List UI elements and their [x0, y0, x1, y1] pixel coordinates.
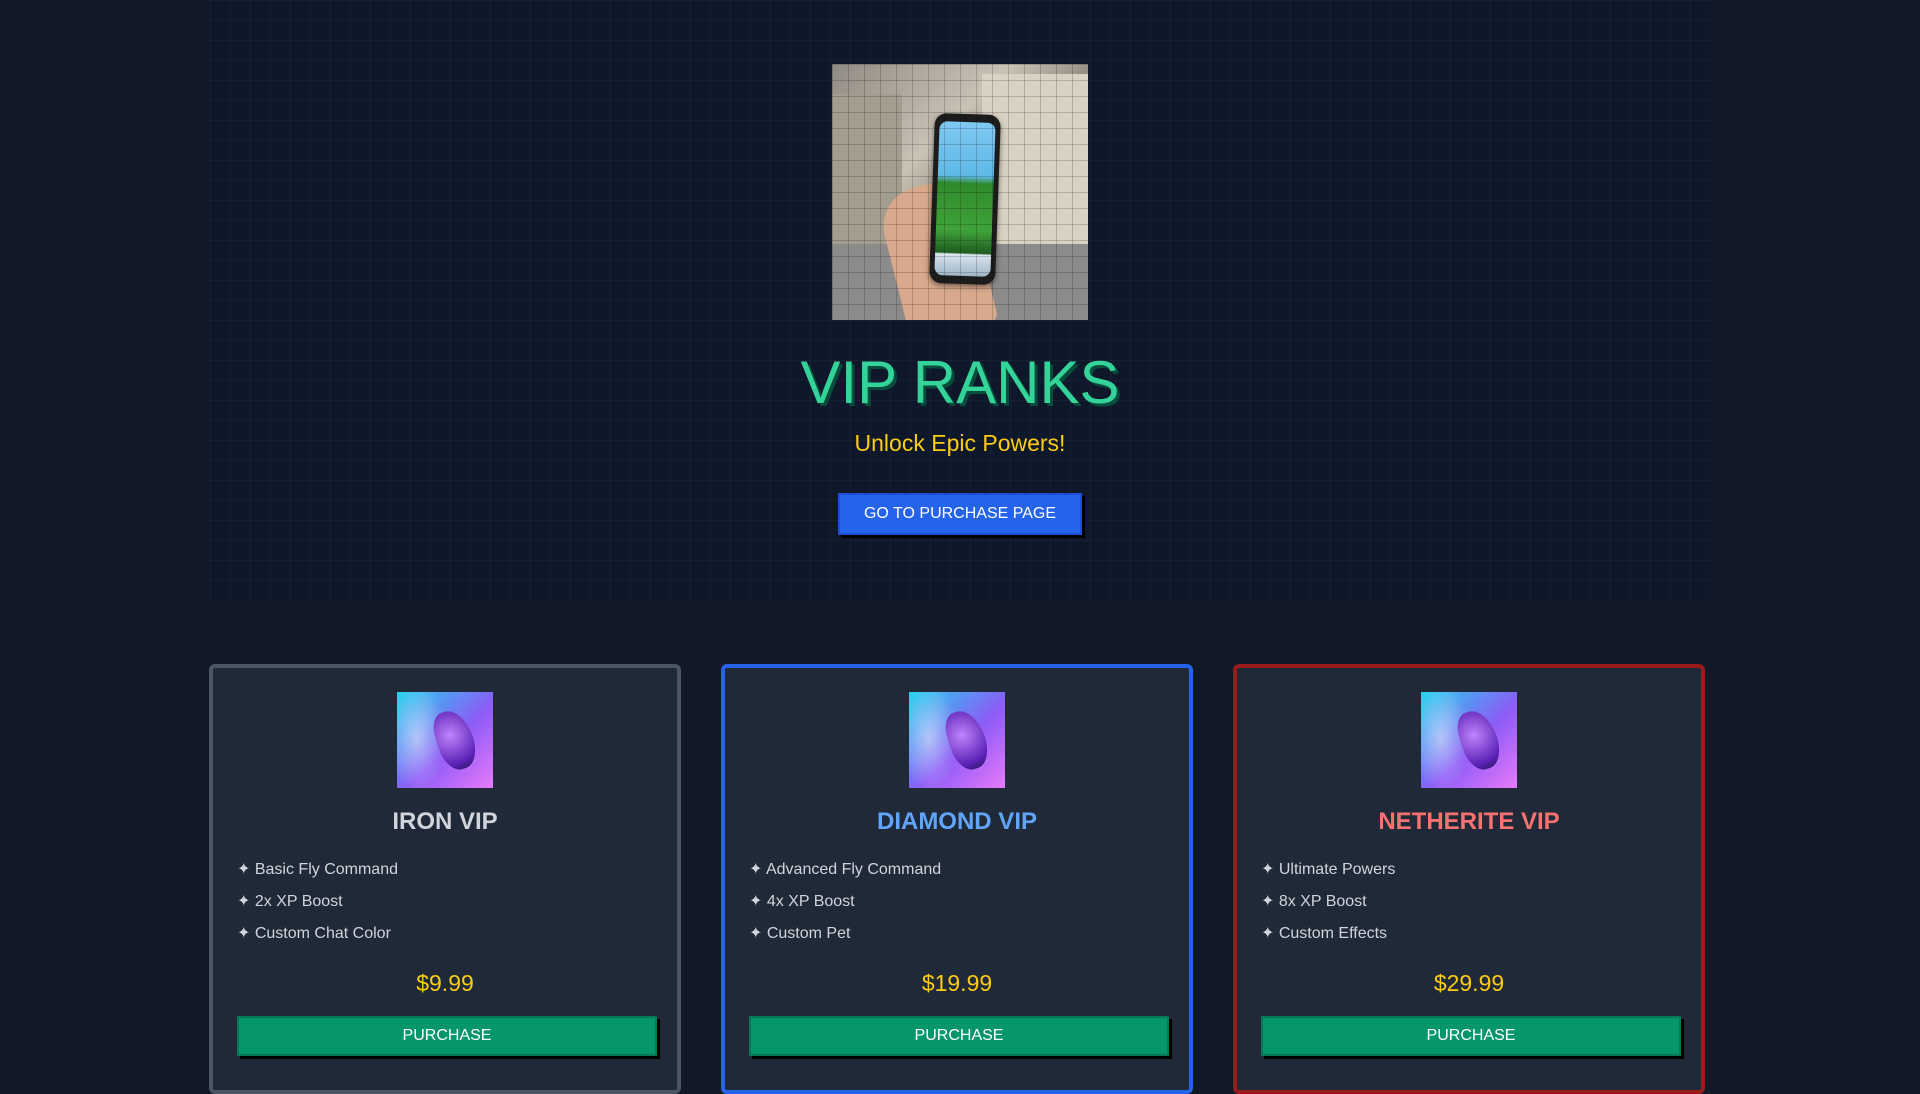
page-subtitle: Unlock Epic Powers!	[854, 430, 1066, 456]
feature-item: ✦ Custom Pet	[749, 925, 851, 942]
feature-item: ✦ 8x XP Boost	[1261, 893, 1367, 910]
purchase-button-netherite[interactable]: PURCHASE	[1261, 1016, 1681, 1056]
game-controller-icon	[1421, 692, 1517, 788]
feature-item: ✦ Ultimate Powers	[1261, 861, 1396, 878]
rank-card-iron: IRON VIP ✦ Basic Fly Command ✦ 2x XP Boo…	[209, 664, 681, 1094]
rank-card-netherite: NETHERITE VIP ✦ Ultimate Powers ✦ 8x XP …	[1233, 664, 1705, 1094]
rank-card-diamond: DIAMOND VIP ✦ Advanced Fly Command ✦ 4x …	[721, 664, 1193, 1094]
rank-price: $29.99	[1433, 970, 1505, 996]
feature-list: ✦ Basic Fly Command ✦ 2x XP Boost ✦ Cust…	[237, 854, 398, 950]
feature-item: ✦ Custom Chat Color	[237, 925, 391, 942]
feature-list: ✦ Ultimate Powers ✦ 8x XP Boost ✦ Custom…	[1261, 854, 1395, 950]
rank-name: NETHERITE VIP	[1378, 808, 1560, 835]
rank-price: $19.99	[921, 970, 993, 996]
go-to-purchase-page-button[interactable]: GO TO PURCHASE PAGE	[838, 493, 1082, 535]
page-title: VIP RANKS	[800, 349, 1120, 416]
rank-name: DIAMOND VIP	[876, 808, 1037, 835]
game-controller-icon	[397, 692, 493, 788]
feature-item: ✦ Custom Effects	[1261, 925, 1388, 942]
purchase-button-diamond[interactable]: PURCHASE	[749, 1016, 1169, 1056]
game-controller-icon	[909, 692, 1005, 788]
rank-name: IRON VIP	[392, 808, 498, 835]
feature-item: ✦ Advanced Fly Command	[749, 861, 942, 878]
hero-image	[832, 64, 1088, 320]
rank-price: $9.99	[416, 970, 474, 996]
purchase-button-iron[interactable]: PURCHASE	[237, 1016, 657, 1056]
feature-item: ✦ 4x XP Boost	[749, 893, 855, 910]
feature-item: ✦ 2x XP Boost	[237, 893, 343, 910]
feature-list: ✦ Advanced Fly Command ✦ 4x XP Boost ✦ C…	[749, 854, 941, 950]
feature-item: ✦ Basic Fly Command	[237, 861, 398, 878]
